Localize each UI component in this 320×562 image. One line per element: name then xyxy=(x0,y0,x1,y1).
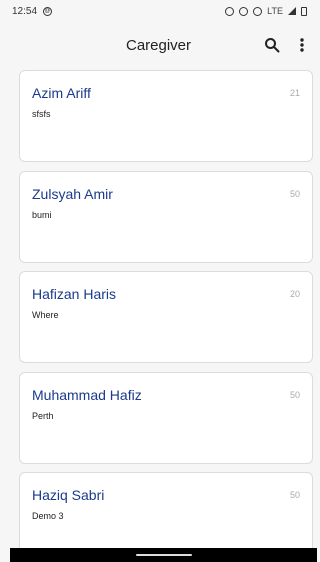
caregiver-subtitle: sfsfs xyxy=(32,109,51,119)
caregiver-name: Muhammad Hafiz xyxy=(32,387,142,403)
caregiver-subtitle: Demo 3 xyxy=(32,511,64,521)
caregiver-count: 50 xyxy=(289,490,300,500)
page-title: Caregiver xyxy=(125,36,192,54)
network-type: LTE xyxy=(267,6,283,16)
alarm-icon xyxy=(225,6,235,16)
at-sign-icon: @ xyxy=(43,6,53,16)
caregiver-name: Hafizan Haris xyxy=(32,286,117,302)
caregiver-name: Azim Ariff xyxy=(32,85,91,101)
vibrate-icon xyxy=(239,6,249,16)
caregiver-card[interactable]: Azim Ariff 21 sfsfs xyxy=(19,70,313,162)
home-gesture-handle[interactable] xyxy=(135,554,192,556)
caregiver-count: 21 xyxy=(289,88,300,98)
system-nav-bar xyxy=(10,548,317,562)
caregiver-card[interactable]: Hafizan Haris 20 Where xyxy=(19,271,313,363)
caregiver-count: 50 xyxy=(289,390,300,400)
more-options-icon[interactable] xyxy=(293,36,311,54)
caregiver-count: 20 xyxy=(289,289,300,299)
status-time: 12:54 xyxy=(12,5,38,17)
battery-icon xyxy=(301,6,307,16)
caregiver-count: 50 xyxy=(289,189,300,199)
caregiver-card[interactable]: Muhammad Hafiz 50 Perth xyxy=(19,372,313,464)
caregiver-name: Zulsyah Amir xyxy=(32,186,113,202)
signal-icon xyxy=(288,7,296,15)
hotspot-icon xyxy=(253,6,263,16)
caregiver-card[interactable]: Zulsyah Amir 50 bumi xyxy=(19,171,313,263)
caregiver-name: Haziq Sabri xyxy=(32,487,105,503)
app-bar: Caregiver xyxy=(0,22,317,68)
caregiver-subtitle: bumi xyxy=(32,210,52,220)
status-bar: 12:54 @ LTE xyxy=(0,0,317,22)
search-icon[interactable] xyxy=(263,36,281,54)
caregiver-subtitle: Where xyxy=(32,310,59,320)
caregiver-subtitle: Perth xyxy=(32,411,54,421)
